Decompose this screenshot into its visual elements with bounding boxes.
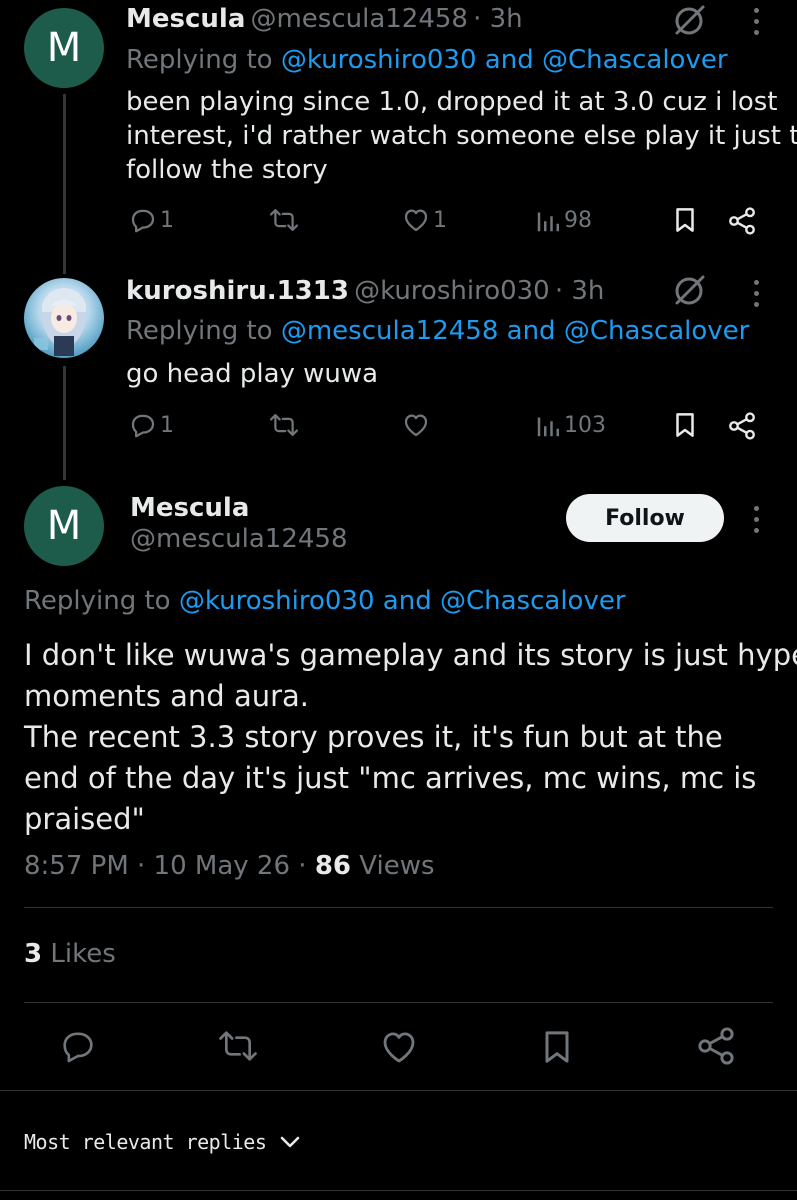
display-name[interactable]: Mescula <box>126 4 245 34</box>
bookmark-button[interactable] <box>670 410 700 440</box>
tweet-text: go head play wuwa <box>126 359 379 389</box>
grok-icon[interactable] <box>670 272 708 310</box>
more-icon[interactable] <box>752 280 760 307</box>
tweet-meta: 8:57 PM · 10 May 26 · 86 Views <box>24 851 435 881</box>
reply-icon <box>131 209 155 233</box>
more-icon[interactable] <box>752 8 760 35</box>
follow-button[interactable]: Follow <box>566 494 724 542</box>
user-handle[interactable]: @mescula12458 <box>130 524 348 554</box>
bookmark-icon <box>676 208 694 232</box>
views-button[interactable]: 103 <box>536 410 606 440</box>
reply-button[interactable]: 1 <box>128 205 174 235</box>
tweet-text: been playing since 1.0, dropped it at 3.… <box>126 87 797 185</box>
mention-link[interactable]: @Chascalover <box>564 316 750 346</box>
views-icon <box>537 417 559 437</box>
likes-count: 3 <box>24 939 43 969</box>
mention-link[interactable]: @mescula12458 <box>281 316 499 346</box>
heart-icon <box>383 1032 415 1063</box>
share-button[interactable] <box>694 1024 738 1068</box>
sort-replies-selector[interactable]: Most relevant replies <box>24 1130 302 1154</box>
share-icon <box>698 1027 734 1065</box>
thread-line <box>63 94 66 274</box>
avatar-image <box>34 288 86 356</box>
tweet-time[interactable]: · 3h <box>473 4 523 34</box>
views-icon <box>537 212 559 232</box>
likes-summary[interactable]: 3 Likes <box>24 939 116 969</box>
replying-to: Replying to @mescula12458 and @Chascalov… <box>126 316 750 346</box>
reply-count: 1 <box>160 207 174 233</box>
chevron-down-icon <box>281 1136 300 1148</box>
bookmark-icon <box>676 413 694 437</box>
retweet-button[interactable] <box>268 410 300 440</box>
user-handle[interactable]: @kuroshiro030 <box>354 276 550 306</box>
sort-label: Most relevant replies <box>24 1130 267 1154</box>
avatar[interactable]: M <box>24 486 104 566</box>
mention-link[interactable]: @Chascalover <box>440 586 626 616</box>
bookmark-icon <box>545 1031 569 1063</box>
more-icon[interactable] <box>752 506 760 533</box>
reply-button[interactable] <box>58 1026 98 1066</box>
retweet-icon <box>219 1031 257 1061</box>
retweet-button[interactable] <box>268 205 300 235</box>
heart-icon <box>404 414 428 437</box>
views-count: 103 <box>564 412 606 438</box>
tweet-header: kuroshiru.1313 @kuroshiro030 · 3h <box>126 276 604 306</box>
avatar[interactable]: M <box>24 8 104 88</box>
display-name[interactable]: kuroshiru.1313 <box>126 276 349 306</box>
like-button[interactable]: 1 <box>401 205 447 235</box>
retweet-icon <box>269 414 299 436</box>
bookmark-button[interactable] <box>537 1026 577 1068</box>
views-count: 86 <box>314 851 351 881</box>
replying-to: Replying to @kuroshiro030 and @Chascalov… <box>24 586 626 616</box>
user-handle[interactable]: @mescula12458 <box>250 4 468 34</box>
bookmark-button[interactable] <box>670 205 700 235</box>
views-count: 98 <box>564 207 592 233</box>
thread-line <box>63 366 66 480</box>
heart-icon <box>404 209 428 232</box>
retweet-button[interactable] <box>216 1026 260 1066</box>
grok-icon[interactable] <box>670 2 708 40</box>
share-button[interactable] <box>726 205 758 237</box>
tweet-timestamp[interactable]: 8:57 PM · 10 May 26 · <box>24 851 315 881</box>
divider <box>0 1190 797 1191</box>
like-button[interactable] <box>401 410 431 440</box>
like-count: 1 <box>433 207 447 233</box>
share-button[interactable] <box>726 410 758 442</box>
tweet-time[interactable]: · 3h <box>555 276 605 306</box>
share-icon <box>729 207 755 235</box>
reply-count: 1 <box>160 412 174 438</box>
divider <box>24 907 773 908</box>
mention-link[interactable]: @kuroshiro030 <box>179 586 375 616</box>
like-button[interactable] <box>378 1026 420 1068</box>
avatar[interactable] <box>24 278 104 358</box>
divider <box>0 1090 797 1091</box>
retweet-icon <box>269 209 299 231</box>
tweet-text: I don't like wuwa's gameplay and its sto… <box>24 638 797 836</box>
replying-to: Replying to @kuroshiro030 and @Chascalov… <box>126 45 728 75</box>
tweet-header: Mescula @mescula12458 · 3h <box>126 4 523 34</box>
avatar-letter: M <box>46 503 82 549</box>
divider <box>24 1002 773 1003</box>
reply-icon <box>63 1032 93 1063</box>
display-name[interactable]: Mescula <box>130 493 249 523</box>
reply-icon <box>131 414 155 438</box>
mention-link[interactable]: @kuroshiro030 <box>281 45 477 75</box>
mention-link[interactable]: @Chascalover <box>542 45 728 75</box>
avatar-letter: M <box>46 25 82 71</box>
share-icon <box>729 412 755 440</box>
reply-button[interactable]: 1 <box>128 410 174 440</box>
views-button[interactable]: 98 <box>536 205 592 235</box>
